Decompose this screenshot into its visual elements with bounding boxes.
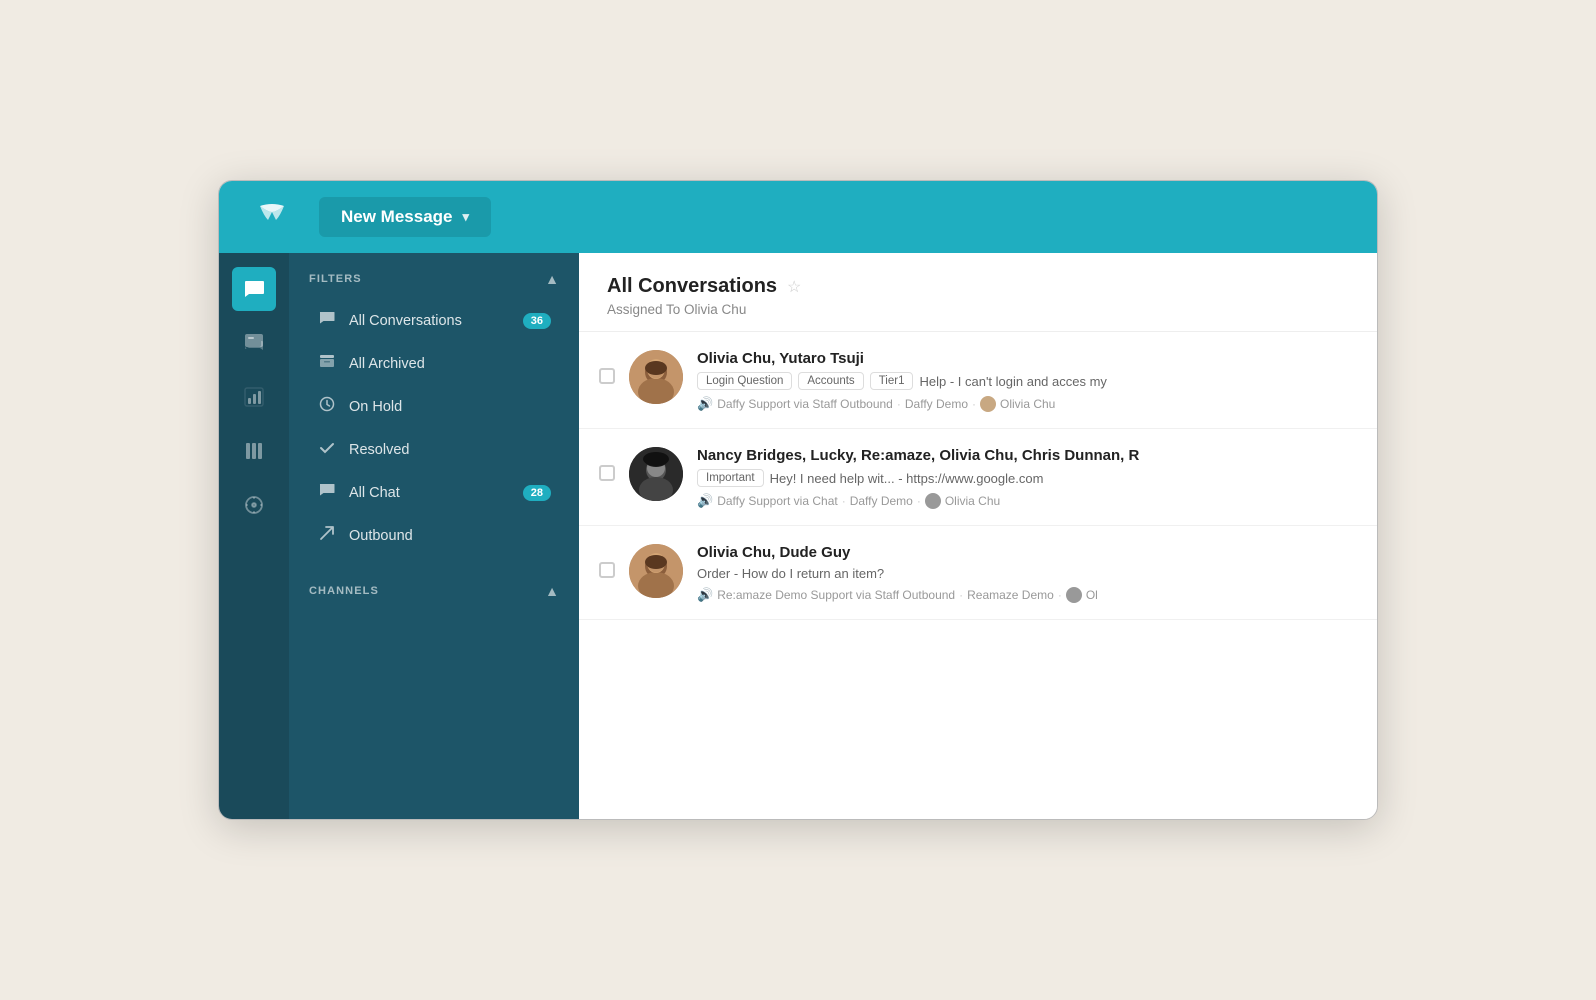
conversation-preview-inline: Help - I can't login and acces my	[919, 374, 1106, 389]
channels-title: CHANNELS	[309, 585, 379, 597]
channel-name: Daffy Support via Chat	[717, 494, 838, 508]
assignee-name: Ol	[1086, 588, 1098, 602]
sidebar-icon-reports[interactable]	[232, 375, 276, 419]
main-body: FILTERS ▲ All Conversations 36	[219, 253, 1377, 819]
conversation-tags: Order - How do I return an item?	[697, 566, 1357, 581]
conversation-preview-inline: Order - How do I return an item?	[697, 566, 884, 581]
filter-outbound-label: Outbound	[349, 528, 551, 544]
filter-on-hold-label: On Hold	[349, 399, 551, 415]
conversation-checkbox[interactable]	[599, 562, 615, 578]
avatar	[629, 350, 683, 404]
filters-section-header: FILTERS ▲	[289, 253, 579, 299]
sidebar-icon-conversations[interactable]	[232, 267, 276, 311]
filter-outbound[interactable]: Outbound	[297, 514, 571, 557]
conversation-tags: Important Hey! I need help wit... - http…	[697, 469, 1357, 487]
tag-login-question: Login Question	[697, 372, 792, 390]
tag-accounts: Accounts	[798, 372, 863, 390]
filter-chat-icon	[317, 482, 337, 503]
conversation-names: Nancy Bridges, Lucky, Re:amaze, Olivia C…	[697, 447, 1357, 464]
filter-all-archived[interactable]: All Archived	[297, 342, 571, 385]
logo-icon	[256, 198, 288, 237]
logo-area	[237, 198, 307, 237]
sidebar-icon-compass[interactable]	[232, 483, 276, 527]
filters-panel: FILTERS ▲ All Conversations 36	[289, 253, 579, 819]
channels-section: CHANNELS ▲	[289, 565, 579, 611]
conversation-content: Nancy Bridges, Lucky, Re:amaze, Olivia C…	[697, 447, 1357, 509]
store-name: Daffy Demo	[905, 397, 968, 411]
assignee-name: Olivia Chu	[945, 494, 1000, 508]
filter-all-chat-badge: 28	[523, 485, 551, 501]
conversation-names: Olivia Chu, Yutaro Tsuji	[697, 350, 1357, 367]
filters-collapse-icon[interactable]: ▲	[545, 271, 559, 287]
filter-all-conversations[interactable]: All Conversations 36	[297, 299, 571, 342]
avatar	[629, 544, 683, 598]
tag-important: Important	[697, 469, 764, 487]
star-icon[interactable]: ☆	[787, 277, 801, 297]
channel-icon: 🔊	[697, 493, 713, 509]
conversations-title-row: All Conversations ☆	[607, 275, 1349, 298]
filter-on-hold[interactable]: On Hold	[297, 385, 571, 428]
conversation-names: Olivia Chu, Dude Guy	[697, 544, 1357, 561]
conversation-item[interactable]: Olivia Chu, Dude Guy Order - How do I re…	[579, 526, 1377, 620]
conversation-checkbox[interactable]	[599, 368, 615, 384]
filter-all-conversations-badge: 36	[523, 313, 551, 329]
channel-icon: 🔊	[697, 587, 713, 603]
filter-resolved[interactable]: Resolved	[297, 428, 571, 471]
filter-resolved-icon	[317, 439, 337, 460]
assignee-avatar	[925, 493, 941, 509]
conversation-item[interactable]: Nancy Bridges, Lucky, Re:amaze, Olivia C…	[579, 429, 1377, 526]
conversation-item[interactable]: Olivia Chu, Yutaro Tsuji Login Question …	[579, 332, 1377, 429]
conversation-content: Olivia Chu, Dude Guy Order - How do I re…	[697, 544, 1357, 603]
new-message-button[interactable]: New Message ▾	[319, 197, 491, 237]
new-message-label: New Message	[341, 207, 453, 227]
channel-name: Re:amaze Demo Support via Staff Outbound	[717, 588, 955, 602]
conversation-content: Olivia Chu, Yutaro Tsuji Login Question …	[697, 350, 1357, 412]
channels-section-header: CHANNELS ▲	[289, 565, 579, 611]
store-name: Reamaze Demo	[967, 588, 1054, 602]
conversations-panel: All Conversations ☆ Assigned To Olivia C…	[579, 253, 1377, 819]
dropdown-chevron-icon: ▾	[463, 209, 470, 225]
avatar	[629, 447, 683, 501]
conversation-meta: 🔊 Daffy Support via Staff Outbound · Daf…	[697, 396, 1357, 412]
filter-all-archived-label: All Archived	[349, 356, 551, 372]
filter-all-chat[interactable]: All Chat 28	[297, 471, 571, 514]
conversations-title: All Conversations	[607, 275, 777, 298]
channel-icon: 🔊	[697, 396, 713, 412]
conversation-meta: 🔊 Re:amaze Demo Support via Staff Outbou…	[697, 587, 1357, 603]
sidebar-icon-library[interactable]	[232, 429, 276, 473]
filters-title: FILTERS	[309, 273, 362, 285]
app-window: New Message ▾	[218, 180, 1378, 820]
conversations-list: Olivia Chu, Yutaro Tsuji Login Question …	[579, 332, 1377, 819]
top-bar: New Message ▾	[219, 181, 1377, 253]
filter-all-conversations-label: All Conversations	[349, 313, 511, 329]
conversations-subtitle: Assigned To Olivia Chu	[607, 302, 1349, 317]
filter-resolved-label: Resolved	[349, 442, 551, 458]
conversation-meta: 🔊 Daffy Support via Chat · Daffy Demo · …	[697, 493, 1357, 509]
assignee-name: Olivia Chu	[1000, 397, 1055, 411]
filter-archived-icon	[317, 353, 337, 374]
sidebar-icon-chat[interactable]	[232, 321, 276, 365]
filter-onhold-icon	[317, 396, 337, 417]
filter-all-chat-label: All Chat	[349, 485, 511, 501]
icon-sidebar	[219, 253, 289, 819]
channel-name: Daffy Support via Staff Outbound	[717, 397, 893, 411]
filter-conversations-icon	[317, 310, 337, 331]
conversation-checkbox[interactable]	[599, 465, 615, 481]
conversations-header: All Conversations ☆ Assigned To Olivia C…	[579, 253, 1377, 332]
store-name: Daffy Demo	[850, 494, 913, 508]
channels-collapse-icon[interactable]: ▲	[545, 583, 559, 599]
assignee-avatar	[980, 396, 996, 412]
assignee-avatar	[1066, 587, 1082, 603]
tag-tier1: Tier1	[870, 372, 914, 390]
conversation-tags: Login Question Accounts Tier1 Help - I c…	[697, 372, 1357, 390]
filter-outbound-icon	[317, 525, 337, 546]
conversation-preview-inline: Hey! I need help wit... - https://www.go…	[770, 471, 1044, 486]
